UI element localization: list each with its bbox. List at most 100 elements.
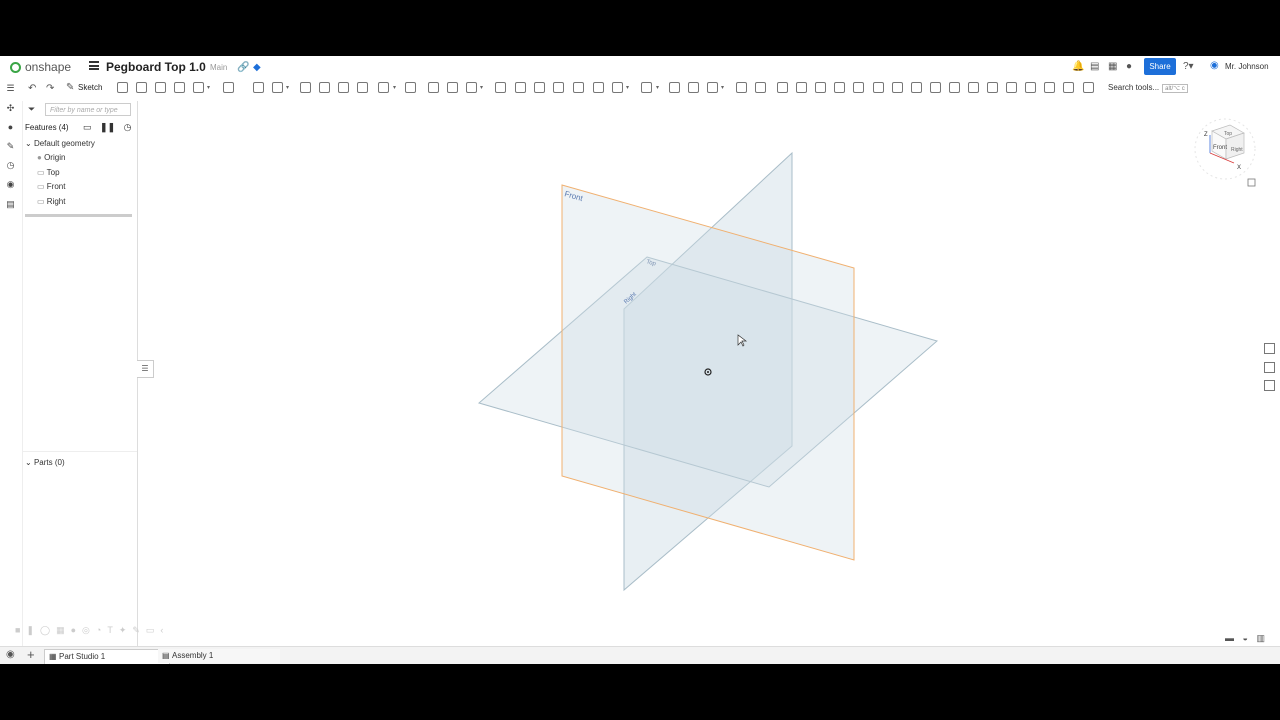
app-store-icon[interactable]: ▦ — [1108, 61, 1117, 72]
zoom-icon[interactable]: ◎ — [82, 625, 96, 635]
variable-tool-icon[interactable] — [641, 82, 652, 93]
feature-filter-input[interactable]: Filter by name or type — [45, 103, 131, 116]
pause-icon[interactable]: ❚ — [26, 625, 40, 635]
draft-tool-icon[interactable] — [272, 82, 283, 93]
help-icon[interactable]: ?▾ — [1183, 61, 1194, 72]
thicken-tool-icon[interactable] — [193, 82, 204, 93]
variables-icon[interactable]: ▤ — [5, 199, 16, 210]
toolbar-tool-icon[interactable] — [968, 82, 979, 93]
chamfer-tool-icon[interactable] — [253, 82, 264, 93]
onshape-logo[interactable]: onshape — [10, 60, 71, 74]
sketch-button[interactable]: Sketch — [78, 83, 102, 92]
toolbar-tool-icon[interactable] — [987, 82, 998, 93]
transform-tool-icon[interactable] — [428, 82, 439, 93]
chevron-down-icon[interactable]: ▾ — [626, 84, 629, 91]
add-tab-icon[interactable]: + — [27, 647, 35, 662]
tree-item-right[interactable]: ▭ Right — [37, 197, 65, 206]
chevron-down-icon[interactable]: ▾ — [721, 84, 724, 91]
rollback-icon[interactable]: ◷ — [124, 122, 132, 132]
pen-icon[interactable]: ✎ — [132, 625, 146, 635]
toolbar-tool-icon[interactable] — [1006, 82, 1017, 93]
render-mode-icon[interactable]: ◒ — [1243, 633, 1248, 643]
user-name[interactable]: Mr. Johnson — [1225, 62, 1269, 71]
chevron-down-icon[interactable]: ▾ — [207, 84, 210, 91]
boolean-tool-icon[interactable] — [378, 82, 389, 93]
frame-tool-icon[interactable] — [707, 82, 718, 93]
mass-properties-icon[interactable] — [1264, 362, 1275, 373]
toolbar-tool-icon[interactable] — [1044, 82, 1055, 93]
folder-icon[interactable]: ▭ — [83, 122, 92, 132]
hole-tool-icon[interactable] — [338, 82, 349, 93]
rollback-bar[interactable] — [25, 214, 132, 217]
wrap-tool-icon[interactable] — [357, 82, 368, 93]
loft-tool-icon[interactable] — [174, 82, 185, 93]
loop-icon[interactable]: ◯ — [40, 625, 56, 635]
section-view-tool-icon[interactable] — [688, 82, 699, 93]
undo-icon[interactable]: ↶ — [28, 83, 36, 94]
document-title[interactable]: Pegboard Top 1.0 — [106, 60, 206, 74]
extrude-tool-icon[interactable] — [117, 82, 128, 93]
notification-bell-icon[interactable]: 🔔 — [1072, 61, 1084, 72]
simulation-tool-icon[interactable] — [736, 82, 747, 93]
search-tools-button[interactable]: Search tools... alt/⌥ c — [1108, 83, 1188, 93]
graphics-viewport[interactable]: Front Top Right — [137, 99, 1280, 646]
learning-icon[interactable]: ● — [1126, 61, 1132, 72]
toolbar-tool-icon[interactable] — [815, 82, 826, 93]
toolbar-tool-icon[interactable] — [1083, 82, 1094, 93]
toolbar-tool-icon[interactable] — [777, 82, 788, 93]
star-icon[interactable]: ✦ — [119, 625, 133, 635]
view-mode-icon[interactable]: ▬ — [1225, 633, 1234, 643]
helix-tool-icon[interactable] — [553, 82, 564, 93]
appearance-icon[interactable]: ◉ — [5, 179, 16, 190]
toolbar-tool-icon[interactable] — [892, 82, 903, 93]
tree-item-origin[interactable]: ● Origin — [37, 153, 65, 162]
custom-feature-tool-icon[interactable] — [755, 82, 766, 93]
chevron-down-icon[interactable]: ▾ — [656, 84, 659, 91]
version-icon[interactable]: ◆ — [253, 62, 261, 73]
view-options-icon[interactable] — [1247, 178, 1256, 187]
text-icon[interactable]: T — [107, 625, 119, 635]
tab-part-studio[interactable]: ▦ Part Studio 1 — [44, 649, 170, 664]
toolbar-tool-icon[interactable] — [853, 82, 864, 93]
curve-tool-icon[interactable] — [573, 82, 584, 93]
toolbar-tool-icon[interactable] — [873, 82, 884, 93]
toolbar-tool-icon[interactable] — [911, 82, 922, 93]
select-icon[interactable]: ● — [71, 625, 82, 635]
toolbar-tool-icon[interactable] — [1025, 82, 1036, 93]
split-tool-icon[interactable] — [405, 82, 416, 93]
mate-connector-tool-icon[interactable] — [534, 82, 545, 93]
toolbar-tool-icon[interactable] — [1063, 82, 1074, 93]
view-cube[interactable]: Top Front Right Z X — [1190, 111, 1260, 191]
tab-assembly[interactable]: ▤ Assembly 1 — [158, 649, 280, 663]
tree-item-front[interactable]: ▭ Front — [37, 182, 65, 191]
document-icon[interactable]: ▤ — [1090, 61, 1099, 72]
toolbar-tool-icon[interactable] — [949, 82, 960, 93]
configuration-panel-icon[interactable] — [1264, 380, 1275, 391]
plane-tool-icon[interactable] — [515, 82, 526, 93]
redo-icon[interactable]: ↷ — [46, 83, 54, 94]
pause-icon[interactable]: ❚❚ — [100, 122, 115, 132]
delete-part-tool-icon[interactable] — [495, 82, 506, 93]
hamburger-menu-icon[interactable] — [89, 61, 99, 70]
pattern-tool-icon[interactable] — [447, 82, 458, 93]
sheet-metal-tool-icon[interactable] — [612, 82, 623, 93]
shell-tool-icon[interactable] — [319, 82, 330, 93]
feature-list-icon[interactable]: ☰ — [5, 83, 16, 94]
surface-tool-icon[interactable] — [593, 82, 604, 93]
record-icon[interactable]: ■ — [15, 625, 26, 635]
eye-icon[interactable]: ◉ — [6, 649, 15, 660]
edit-icon[interactable]: ✎ — [5, 141, 16, 152]
measure-tool-icon[interactable] — [669, 82, 680, 93]
instances-icon[interactable]: ✣ — [5, 103, 16, 114]
toolbar-tool-icon[interactable] — [834, 82, 845, 93]
default-geometry-group[interactable]: ⌄ Default geometry — [25, 139, 95, 148]
comments-icon[interactable]: ● — [5, 122, 16, 133]
sweep-tool-icon[interactable] — [155, 82, 166, 93]
chevron-down-icon[interactable]: ▾ — [286, 84, 289, 91]
camera-icon[interactable]: ▭ — [146, 625, 161, 635]
parts-group[interactable]: ⌄ Parts (0) — [25, 458, 65, 467]
filter-icon[interactable]: ⏷ — [28, 104, 35, 115]
branch-label[interactable]: Main — [210, 63, 227, 72]
delete-icon[interactable]: ▦ — [56, 625, 71, 635]
chevron-left-icon[interactable]: ‹ — [160, 625, 169, 635]
